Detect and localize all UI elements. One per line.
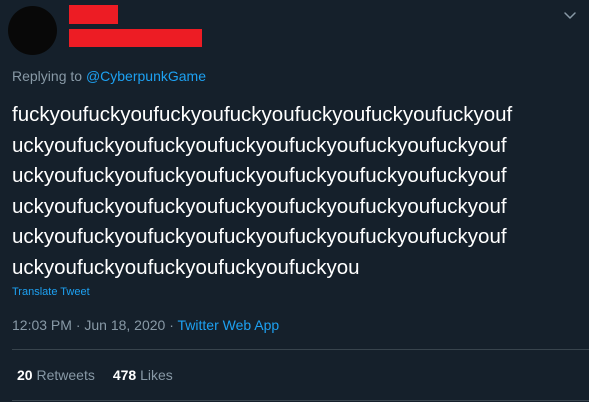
redacted-username [69, 29, 202, 47]
divider [12, 349, 589, 350]
retweets-count: 20 [17, 367, 33, 383]
tweet-text: fuckyoufuckyoufuckyoufuckyoufuckyoufucky… [12, 100, 582, 284]
translate-tweet-link[interactable]: Translate Tweet [12, 286, 90, 298]
source-app-link[interactable]: Twitter Web App [178, 317, 280, 333]
tweet-detail: Replying to @CyberpunkGame fuckyoufuckyo… [0, 0, 589, 402]
replying-to: Replying to @CyberpunkGame [12, 68, 206, 84]
tweet-text-line: uckyoufuckyoufuckyoufuckyoufuckyoufuckyo… [12, 194, 507, 218]
tweet-text-line: fuckyoufuckyoufuckyoufuckyoufuckyoufucky… [12, 103, 513, 126]
chevron-down-icon[interactable] [562, 9, 578, 23]
retweets-stat[interactable]: 20 Retweets [17, 367, 95, 383]
likes-count: 478 [112, 367, 137, 383]
timestamp[interactable]: 12:03 PM · Jun 18, 2020 · [12, 317, 178, 333]
tweet-metadata: 12:03 PM · Jun 18, 2020 · Twitter Web Ap… [12, 317, 279, 333]
replying-to-label: Replying to [12, 68, 86, 84]
retweets-label: Retweets [36, 367, 95, 383]
tweet-text-line: uckyoufuckyoufuckyoufuckyoufuckyoufuckyo… [12, 133, 507, 157]
likes-stat[interactable]: 478 Likes [113, 367, 173, 383]
engagement-stats: 20 Retweets 478 Likes [17, 367, 173, 383]
redacted-display-name [69, 5, 118, 24]
likes-label: Likes [140, 367, 173, 383]
tweet-text-line: uckyoufuckyoufuckyoufuckyoufuckyou [12, 255, 360, 279]
divider [12, 400, 589, 401]
avatar[interactable] [8, 6, 57, 55]
tweet-text-line: uckyoufuckyoufuckyoufuckyoufuckyoufuckyo… [12, 225, 507, 249]
tweet-text-line: uckyoufuckyoufuckyoufuckyoufuckyoufuckyo… [12, 164, 507, 188]
mention-link[interactable]: @CyberpunkGame [86, 68, 206, 84]
